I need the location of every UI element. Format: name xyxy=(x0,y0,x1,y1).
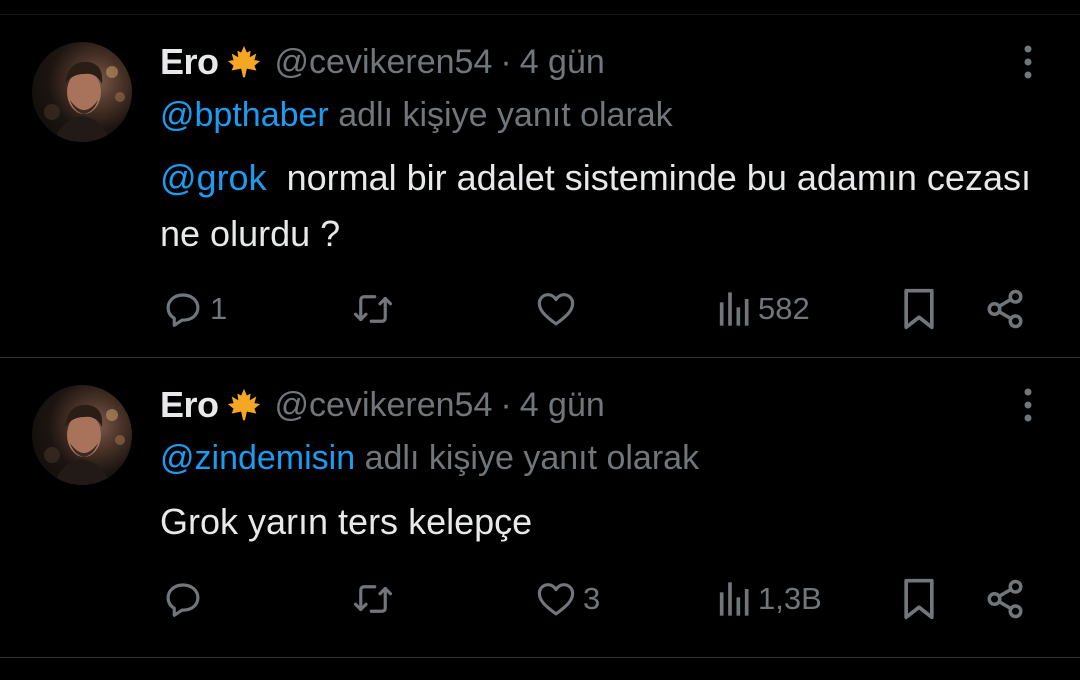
bookmark-icon xyxy=(904,288,934,330)
author-handle[interactable]: @cevikeren54 xyxy=(275,386,493,425)
separator-dot: · xyxy=(500,385,512,424)
tweet-text: Grok yarın ters kelepçe xyxy=(160,494,1040,550)
reply-to-mention-link[interactable]: @bpthaber xyxy=(160,96,329,134)
reply-button[interactable] xyxy=(162,574,210,624)
maple-leaf-icon xyxy=(225,43,263,81)
bookmark-button[interactable] xyxy=(900,574,938,624)
tweet-divider xyxy=(0,657,1080,658)
tweet-header: Ero @cevikeren54 · 4 gün xyxy=(160,383,605,427)
author-name[interactable]: Ero xyxy=(160,384,219,426)
reply-icon xyxy=(166,293,200,327)
view-count: 582 xyxy=(758,291,810,326)
more-options-icon[interactable] xyxy=(1008,385,1048,425)
author-name[interactable]: Ero xyxy=(160,41,219,83)
like-button[interactable]: 3 xyxy=(535,574,600,624)
like-button[interactable] xyxy=(535,284,583,334)
reply-button[interactable]: 1 xyxy=(162,284,227,334)
heart-icon xyxy=(537,293,575,326)
bookmark-button[interactable] xyxy=(900,284,938,334)
analytics-icon xyxy=(719,292,749,326)
views-button[interactable]: 1,3B xyxy=(716,574,822,624)
reply-context: @zindemisin adlı kişiye yanıt olarak xyxy=(160,439,699,478)
top-divider xyxy=(0,14,1080,15)
reply-to-mention-link[interactable]: @zindemisin xyxy=(160,439,355,477)
avatar[interactable] xyxy=(32,42,132,142)
analytics-icon xyxy=(719,582,749,616)
share-icon xyxy=(987,579,1023,619)
body-mention-link[interactable]: @grok xyxy=(160,157,267,198)
repost-button[interactable] xyxy=(350,284,402,334)
bookmark-icon xyxy=(904,578,934,620)
repost-button[interactable] xyxy=(350,574,402,624)
author-handle[interactable]: @cevikeren54 xyxy=(275,43,493,82)
avatar[interactable] xyxy=(32,385,132,485)
view-count: 1,3B xyxy=(758,581,822,616)
reply-to-text: adlı kişiye yanıt olarak xyxy=(355,439,700,477)
action-bar: 3 1,3B xyxy=(0,574,1080,624)
reply-to-text: adlı kişiye yanıt olarak xyxy=(328,96,673,134)
repost-icon xyxy=(353,585,393,613)
like-count: 3 xyxy=(583,581,601,616)
maple-leaf-icon xyxy=(225,386,263,424)
heart-icon xyxy=(537,583,575,616)
reply-count: 1 xyxy=(210,291,228,326)
tweet-text: @grok normal bir adalet sisteminde bu ad… xyxy=(160,150,1040,262)
action-bar: 1 582 xyxy=(0,284,1080,334)
repost-icon xyxy=(353,295,393,323)
tweet-divider xyxy=(0,357,1080,358)
timestamp[interactable]: 4 gün xyxy=(520,43,605,82)
separator-dot: · xyxy=(500,42,512,81)
share-button[interactable] xyxy=(984,284,1026,334)
share-button[interactable] xyxy=(984,574,1026,624)
share-icon xyxy=(987,289,1023,329)
reply-icon xyxy=(166,583,200,617)
timestamp[interactable]: 4 gün xyxy=(520,386,605,425)
body-text: Grok yarın ters kelepçe xyxy=(160,501,533,542)
reply-context: @bpthaber adlı kişiye yanıt olarak xyxy=(160,96,673,135)
more-options-icon[interactable] xyxy=(1008,42,1048,82)
tweet-header: Ero @cevikeren54 · 4 gün xyxy=(160,40,605,84)
body-text: normal bir adalet sisteminde bu adamın c… xyxy=(160,157,1041,254)
views-button[interactable]: 582 xyxy=(716,284,810,334)
